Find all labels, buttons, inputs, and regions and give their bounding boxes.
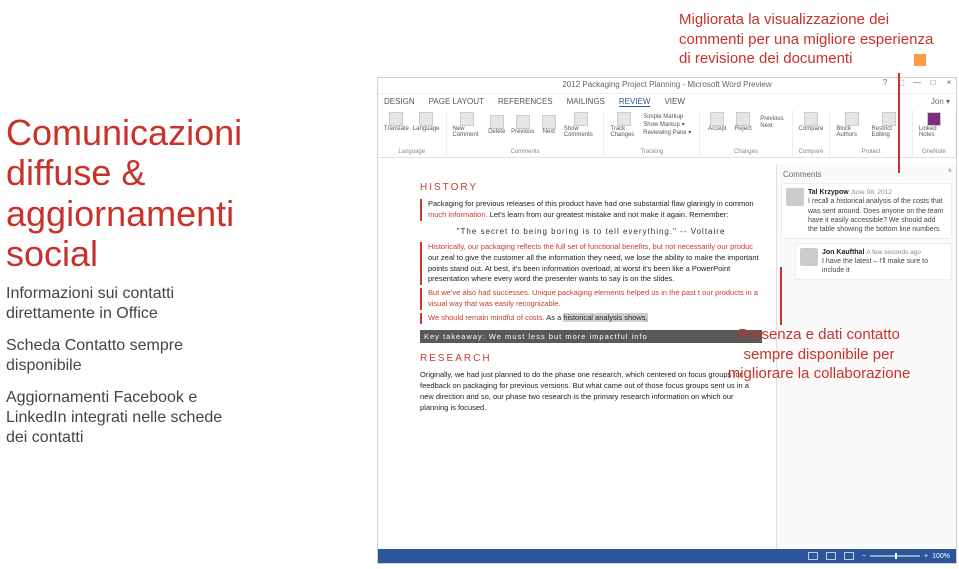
reject-icon <box>736 112 750 126</box>
document-body[interactable]: HISTORY Packaging for previous releases … <box>378 164 776 549</box>
tab-mailings[interactable]: MAILINGS <box>567 97 605 107</box>
comment-time: A few seconds ago <box>866 249 921 256</box>
group-tracking: Tracking <box>610 149 693 155</box>
btn-prev-change[interactable]: Previous <box>758 116 785 122</box>
track-changes-icon <box>617 112 631 126</box>
slide-title: Comunicazioni diffuse & aggiornamenti so… <box>6 113 245 274</box>
avatar[interactable] <box>786 188 804 206</box>
view-read-icon[interactable] <box>808 552 818 560</box>
btn-prev-comment[interactable]: Previous <box>512 115 534 135</box>
doc-heading-history: HISTORY <box>420 182 762 193</box>
doc-key-takeaway: Key takeaway: We must less but more impa… <box>420 330 762 343</box>
close-icon[interactable]: × <box>944 78 954 88</box>
reviewing-pane-dropdown[interactable]: Reviewing Pane ▾ <box>641 129 693 136</box>
doc-quote: "The secret to being boring is to tell e… <box>420 227 762 236</box>
group-compare: Compare <box>799 149 824 155</box>
tab-references[interactable]: REFERENCES <box>498 97 553 107</box>
tab-page-layout[interactable]: PAGE LAYOUT <box>429 97 484 107</box>
show-markup-dropdown[interactable]: Show Markup ▾ <box>641 121 693 128</box>
btn-track-changes[interactable]: Track Changes <box>610 112 637 138</box>
window-title: 2012 Packaging Project Planning - Micros… <box>562 80 771 89</box>
titlebar: 2012 Packaging Project Planning - Micros… <box>378 78 956 94</box>
onenote-icon <box>927 112 941 126</box>
btn-show-comments[interactable]: Show Comments <box>564 112 598 138</box>
zoom-in-icon[interactable]: + <box>924 553 928 560</box>
group-onenote: OneNote <box>919 149 949 155</box>
btn-next-change[interactable]: Next <box>758 123 785 129</box>
tab-view[interactable]: VIEW <box>664 97 684 107</box>
previous-icon <box>516 115 530 129</box>
zoom-value: 100% <box>932 553 950 560</box>
next-icon <box>542 115 556 129</box>
callout-line-right <box>780 267 782 325</box>
translate-icon <box>389 112 403 126</box>
view-print-icon[interactable] <box>826 552 836 560</box>
doc-paragraph: Packaging for previous releases of this … <box>420 199 762 221</box>
show-comments-icon <box>574 112 588 126</box>
comment-card[interactable]: Tal Krzypow June 08, 2012 I recall a his… <box>781 183 952 239</box>
zoom-control[interactable]: − + 100% <box>862 553 950 560</box>
slide-sub-2: Scheda Contatto sempre disponibile <box>6 336 245 376</box>
comment-text: I have the latest – I'll make sure to in… <box>822 258 928 274</box>
language-icon <box>419 112 433 126</box>
compare-icon <box>804 112 818 126</box>
callout-line-top <box>898 73 900 173</box>
view-web-icon[interactable] <box>844 552 854 560</box>
callout-right: Presenza e dati contatto sempre disponib… <box>719 325 919 384</box>
doc-paragraph: Originally, we had just planned to do th… <box>420 370 762 414</box>
slide-sub-3: Aggiornamenti Facebook e LinkedIn integr… <box>6 388 245 448</box>
btn-new-comment[interactable]: New Comment <box>453 112 482 138</box>
statusbar: − + 100% <box>378 549 956 563</box>
restrict-editing-icon <box>882 112 896 126</box>
new-comment-icon <box>460 112 474 126</box>
comment-reply-card[interactable]: Jon Kaufthal A few seconds ago I have th… <box>795 243 952 281</box>
close-comments-icon[interactable]: × <box>947 166 952 175</box>
btn-accept[interactable]: Accept <box>706 112 728 132</box>
btn-linked-notes[interactable]: Linked Notes <box>919 112 949 138</box>
comment-author: Tal Krzypow <box>808 189 849 196</box>
zoom-slider[interactable] <box>870 555 920 557</box>
group-language: Language <box>384 149 440 155</box>
avatar[interactable] <box>800 248 818 266</box>
slide-sub-1: Informazioni sui contatti direttamente i… <box>6 284 245 324</box>
block-authors-icon <box>845 112 859 126</box>
decorative-square <box>914 54 926 66</box>
btn-translate[interactable]: Translate <box>384 112 409 132</box>
group-protect: Protect <box>836 149 906 155</box>
comment-author: Jon Kaufthal <box>822 249 864 256</box>
accept-icon <box>710 112 724 126</box>
doc-heading-research: RESEARCH <box>420 353 762 364</box>
doc-paragraph: But we've also had successes. Unique pac… <box>420 288 762 310</box>
help-icon[interactable]: ? <box>880 78 890 88</box>
ribbon-tabs: DESIGN PAGE LAYOUT REFERENCES MAILINGS R… <box>378 94 956 110</box>
btn-next-comment[interactable]: Next <box>538 115 560 135</box>
btn-restrict-editing[interactable]: Restrict Editing <box>872 112 906 138</box>
ribbon: Translate Language Language New Comment … <box>378 110 956 158</box>
btn-language[interactable]: Language <box>413 112 440 132</box>
delete-icon <box>490 115 504 129</box>
comments-pane-title: Comments <box>781 168 952 183</box>
btn-delete-comment[interactable]: Delete <box>486 115 508 135</box>
maximize-icon[interactable]: □ <box>928 78 938 88</box>
group-changes: Changes <box>706 149 785 155</box>
word-window: 2012 Packaging Project Planning - Micros… <box>377 77 957 564</box>
btn-reject[interactable]: Reject <box>732 112 754 132</box>
zoom-out-icon[interactable]: − <box>862 553 866 560</box>
doc-paragraph: We should remain mindful of costs. As a … <box>420 313 762 324</box>
doc-paragraph: Historically, our packaging reflects the… <box>420 242 762 286</box>
callout-top: Migliorata la visualizzazione dei commen… <box>679 10 939 69</box>
btn-block-authors[interactable]: Block Authors <box>836 112 867 138</box>
group-comments: Comments <box>453 149 598 155</box>
tab-design[interactable]: DESIGN <box>384 97 415 107</box>
minimize-icon[interactable]: — <box>912 78 922 88</box>
btn-compare[interactable]: Compare <box>799 112 824 132</box>
comment-time: June 08, 2012 <box>851 189 892 196</box>
comment-text: I recall a historical analysis of the co… <box>808 198 943 232</box>
left-text-panel: Comunicazioni diffuse & aggiornamenti so… <box>0 113 255 448</box>
markup-dropdown[interactable]: Simple Markup <box>641 114 693 120</box>
tab-review[interactable]: REVIEW <box>619 97 651 107</box>
account-name[interactable]: Jon ▾ <box>931 97 950 107</box>
